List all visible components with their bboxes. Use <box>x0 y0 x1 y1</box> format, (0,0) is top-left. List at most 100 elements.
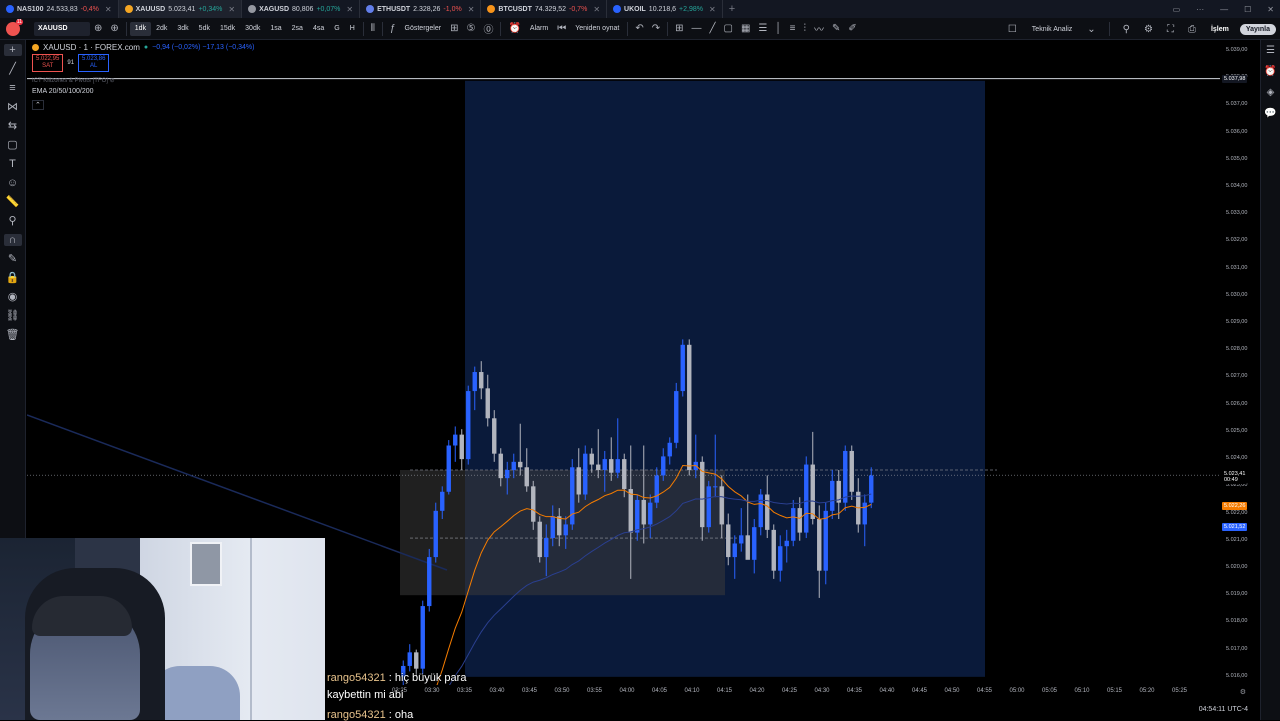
tab-btcusdt[interactable]: BTCUSDT 74.329,52 -0,7% ✕ <box>481 0 608 18</box>
trash-icon[interactable]: 🗑 <box>4 329 22 341</box>
interval-G[interactable]: G <box>329 18 344 40</box>
interval-30dk[interactable]: 30dk <box>240 18 265 40</box>
lines-icon[interactable]: ☰ <box>754 23 771 34</box>
tab-xauusd[interactable]: XAUUSD 5.023,41 +0,34% ✕ <box>118 0 243 18</box>
path-icon[interactable]: 〰 <box>810 21 828 36</box>
undo-icon[interactable]: ↶ <box>631 23 647 34</box>
time-settings-icon[interactable]: ⚙ <box>1240 688 1246 696</box>
tech-analysis-button[interactable]: Teknik Analiz <box>1027 18 1077 40</box>
interval-1sa[interactable]: 1sa <box>265 18 286 40</box>
tab-nas100[interactable]: NAS100 24.533,83 -0,4% ✕ <box>0 0 119 18</box>
eye-icon[interactable]: ◉ <box>4 291 22 303</box>
candle-body <box>407 652 412 666</box>
trade-button[interactable]: İşlem <box>1206 18 1234 40</box>
chat-user: rango54321 <box>327 672 386 684</box>
interval-H[interactable]: H <box>345 18 360 40</box>
chevron-down-icon[interactable]: ⌄ <box>1083 24 1099 35</box>
close-tab-icon[interactable]: ✕ <box>228 5 235 14</box>
tab-xagusd[interactable]: XAGUSD 80,806 +0,07% ✕ <box>242 0 361 18</box>
close-tab-icon[interactable]: ✕ <box>593 5 600 14</box>
alerts-count-icon[interactable]: ⑤ <box>462 23 479 34</box>
trendline-icon[interactable]: ╱ <box>705 23 719 34</box>
highlighter-icon[interactable]: ✐ <box>844 23 860 34</box>
lock-icon[interactable]: 🔒 <box>4 272 22 284</box>
replay-button[interactable]: Yeniden oynat <box>570 18 624 40</box>
rectangle-icon[interactable]: ▢ <box>720 23 737 34</box>
channel-icon[interactable]: ⫶ <box>799 23 810 34</box>
avatar[interactable]: 11 <box>6 18 23 36</box>
alarm-icon: ⏰ <box>508 23 521 34</box>
indicator-killzones[interactable]: ICT Killzones & Pivots [TFO] ⊘ <box>32 77 115 84</box>
forecast-tool-icon[interactable]: ⇆ <box>4 120 22 132</box>
publish-button[interactable]: Yayınla <box>1239 23 1276 35</box>
close-tab-icon[interactable]: ✕ <box>346 5 353 14</box>
layers-icon[interactable]: ◈ <box>1267 87 1275 98</box>
interval-3dk[interactable]: 3dk <box>172 18 193 40</box>
compare-icon[interactable]: ⊕ <box>90 23 106 34</box>
buy-button[interactable]: 5.023,86 AL <box>78 54 110 72</box>
fib-tool-icon[interactable]: ≡ <box>4 82 22 94</box>
symbol-search-input[interactable]: XAUUSD <box>34 21 90 36</box>
tab-ukoil[interactable]: UKOIL 10.218,6 +2,98% ✕ <box>607 0 723 18</box>
magnet-icon[interactable]: ∩ <box>3 234 22 246</box>
candle-body <box>576 467 581 495</box>
hline-icon[interactable]: — <box>687 23 705 34</box>
tab-change: +0,07% <box>316 5 341 13</box>
zero-icon[interactable]: ⓪ <box>479 21 497 36</box>
camera-icon[interactable]: ⎙ <box>1184 24 1200 35</box>
table-icon[interactable]: ▦ <box>737 23 754 34</box>
checkbox-icon[interactable]: ☐ <box>1004 24 1021 35</box>
pattern-tool-icon[interactable]: ⋈ <box>4 101 22 113</box>
grid-icon[interactable]: ⊞ <box>671 23 687 34</box>
maximize-icon[interactable]: ☐ <box>1244 5 1251 14</box>
fib-icon[interactable]: ≡ <box>786 23 800 34</box>
interval-1dk[interactable]: 1dk <box>129 21 152 36</box>
clock[interactable]: 04:54:11 UTC-4 <box>1199 706 1248 713</box>
interval-2sa[interactable]: 2sa <box>287 18 308 40</box>
indicators-button[interactable]: Göstergeler <box>400 18 447 40</box>
layout-icon[interactable]: ▭ <box>1173 5 1181 14</box>
close-icon[interactable]: ✕ <box>1267 5 1274 14</box>
vline-icon[interactable]: │ <box>771 23 785 34</box>
redo-icon[interactable]: ↷ <box>648 23 664 34</box>
interval-15dk[interactable]: 15dk <box>215 18 240 40</box>
text-tool-icon[interactable]: T <box>4 158 22 170</box>
alerts-icon[interactable]: ⏰ <box>1264 66 1276 77</box>
close-tab-icon[interactable]: ✕ <box>468 5 475 14</box>
templates-icon[interactable]: ⊞ <box>446 23 462 34</box>
tab-ethusdt[interactable]: ETHUSDT 2.328,26 -1,0% ✕ <box>360 0 482 18</box>
interval-4sa[interactable]: 4sa <box>308 18 329 40</box>
legend-title[interactable]: XAUUSD · 1 · FOREX.com <box>43 43 140 52</box>
close-tab-icon[interactable]: ✕ <box>105 5 112 14</box>
trendline-tool-icon[interactable]: ╱ <box>4 63 22 75</box>
candle-body <box>862 502 867 525</box>
chat-icon[interactable]: 💬 <box>1264 108 1276 119</box>
alarm-button[interactable]: Alarm <box>525 18 553 40</box>
collapse-legend-icon[interactable]: ⌃ <box>32 100 44 110</box>
separator <box>627 21 629 36</box>
search-icon[interactable]: ⚲ <box>1119 24 1134 35</box>
zoom-icon[interactable]: ⚲ <box>4 215 22 227</box>
fullscreen-icon[interactable]: ⛶ <box>1163 24 1178 35</box>
indicator-ema[interactable]: EMA 20/50/100/200 <box>32 88 94 95</box>
pencil-lock-icon[interactable]: ✎ <box>4 253 22 265</box>
watchlist-icon[interactable]: ☰ <box>1266 45 1275 56</box>
crosshair-icon[interactable]: + <box>3 44 22 56</box>
brush-icon[interactable]: ✎ <box>828 23 844 34</box>
minimize-icon[interactable]: — <box>1220 5 1228 14</box>
add-tab-icon[interactable]: + <box>723 3 741 15</box>
link-icon[interactable]: ⛓ <box>4 310 22 322</box>
shape-tool-icon[interactable]: ▢ <box>4 139 22 151</box>
emoji-tool-icon[interactable]: ☺ <box>4 177 22 189</box>
price-axis[interactable]: 5.039,005.038,005.037,005.036,005.035,00… <box>1220 40 1260 685</box>
interval-5dk[interactable]: 5dk <box>194 18 215 40</box>
settings-icon[interactable]: ⚙ <box>1140 24 1157 35</box>
close-tab-icon[interactable]: ✕ <box>709 5 716 14</box>
eye-off-icon[interactable]: ⊘ <box>110 78 115 84</box>
ruler-icon[interactable]: 📏 <box>4 196 22 208</box>
sell-button[interactable]: 5.022,95 SAT <box>32 54 64 72</box>
interval-2dk[interactable]: 2dk <box>151 18 172 40</box>
add-symbol-icon[interactable]: ⊕ <box>106 23 122 34</box>
more-icon[interactable]: ··· <box>1196 5 1204 14</box>
chart-type-icon[interactable]: ⫴ <box>367 23 379 34</box>
